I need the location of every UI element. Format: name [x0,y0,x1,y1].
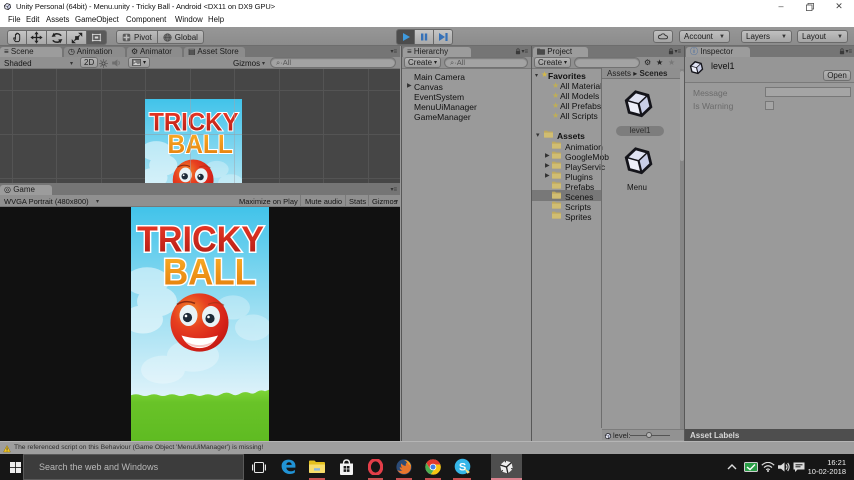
svg-text:S: S [459,462,466,474]
